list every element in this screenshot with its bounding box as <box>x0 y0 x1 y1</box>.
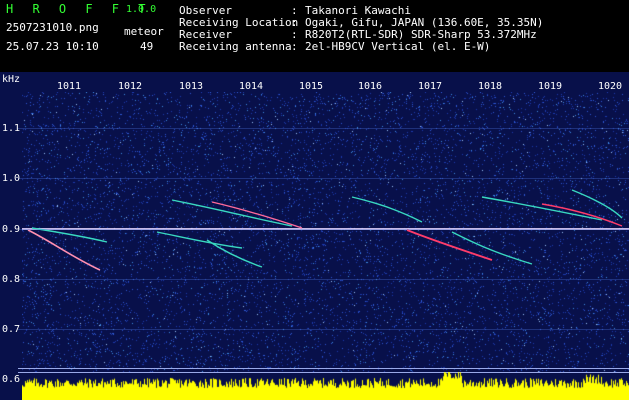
y-gridline <box>18 178 629 179</box>
x-tick-label: 1011 <box>57 81 82 92</box>
meteor-trace <box>156 231 243 249</box>
x-tick-label: 1012 <box>118 81 143 92</box>
x-tick-label: 1018 <box>478 81 503 92</box>
y-tick-label: 1.0 <box>2 173 21 184</box>
meteor-trace <box>351 196 423 223</box>
y-gridline <box>18 229 629 230</box>
threshold-line <box>18 368 629 369</box>
spectrogram-traces <box>22 189 629 271</box>
app-version: 1.0.0 <box>126 4 157 15</box>
y-tick-label: 0.7 <box>2 324 21 335</box>
capture-timestamp: 25.07.23 10:10 <box>6 40 99 53</box>
x-tick-label: 1016 <box>358 81 383 92</box>
meteor-label: meteor <box>124 25 164 38</box>
y-tick-label: 0.8 <box>2 274 21 285</box>
field-label-antenna: Receiving antenna <box>179 40 292 53</box>
image-filename: 2507231010.png <box>6 21 99 34</box>
meteor-trace <box>541 203 623 227</box>
x-tick-label: 1019 <box>538 81 563 92</box>
header-panel: H R O F F T 1.0.0 2507231010.png meteor … <box>0 0 629 72</box>
y-gridline <box>18 279 629 280</box>
meteor-count: 49 <box>140 40 154 53</box>
y-gridline <box>18 128 629 129</box>
x-tick-label: 1020 <box>598 81 623 92</box>
meteor-trace <box>571 189 623 219</box>
meteor-trace <box>27 229 101 271</box>
y-tick-label: 1.1 <box>2 123 21 134</box>
x-tick-label: 1017 <box>418 81 443 92</box>
x-tick-label: 1015 <box>299 81 324 92</box>
signal-level-bars <box>22 372 629 400</box>
y-tick-label: 0.9 <box>2 224 21 235</box>
y-axis-unit: kHz <box>2 74 21 85</box>
field-sep: : <box>291 40 298 53</box>
y-gridline <box>18 329 629 330</box>
x-tick-label: 1013 <box>179 81 204 92</box>
meteor-trace <box>171 199 293 227</box>
meteor-trace <box>211 201 303 229</box>
meteor-trace <box>481 196 603 221</box>
meteor-trace <box>31 227 108 243</box>
y-tick-label: 0.6 <box>2 374 21 385</box>
field-value-antenna: 2el-HB9CV Vertical (el. E-W) <box>305 40 491 53</box>
x-tick-label: 1014 <box>239 81 264 92</box>
